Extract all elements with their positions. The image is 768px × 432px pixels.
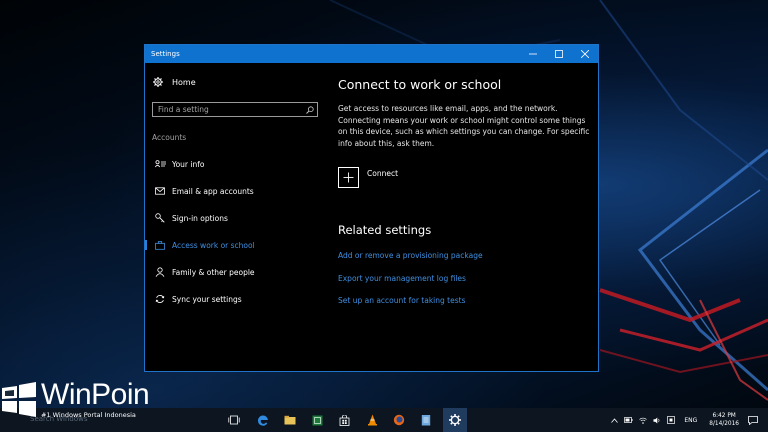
envelope-icon bbox=[153, 187, 167, 195]
watermark-tagline: #1 Windows Portal Indonesia bbox=[41, 411, 136, 419]
link-provisioning-package[interactable]: Add or remove a provisioning package bbox=[338, 251, 483, 260]
plus-icon bbox=[338, 167, 359, 188]
maximize-button[interactable] bbox=[546, 45, 572, 63]
person-icon bbox=[153, 267, 167, 277]
sync-icon bbox=[153, 294, 167, 304]
sidebar-item-email-app-accounts[interactable]: Email & app accounts bbox=[145, 182, 325, 200]
system-tray: ENG 6:42 PM 8/14/2016 bbox=[608, 408, 768, 432]
window-titlebar[interactable]: Settings bbox=[145, 45, 598, 63]
window-controls bbox=[520, 45, 598, 63]
sidebar-item-sign-in-options[interactable]: Sign-in options bbox=[145, 209, 325, 227]
search-icon[interactable] bbox=[303, 105, 317, 114]
connect-label: Connect bbox=[367, 169, 399, 178]
settings-sidebar: Home Accounts Your info Email & app acco… bbox=[145, 63, 325, 371]
minimize-icon bbox=[529, 53, 537, 55]
settings-content: Connect to work or school Get access to … bbox=[338, 63, 590, 371]
close-icon bbox=[581, 50, 589, 58]
clock-date: 8/14/2016 bbox=[709, 421, 739, 427]
key-icon bbox=[153, 213, 167, 223]
page-title: Connect to work or school bbox=[338, 77, 502, 92]
task-view-button[interactable] bbox=[222, 408, 246, 432]
battery-status[interactable] bbox=[624, 417, 633, 423]
close-button[interactable] bbox=[572, 45, 598, 63]
briefcase-icon bbox=[153, 240, 167, 250]
taskbar-green-app[interactable] bbox=[305, 408, 329, 432]
network-status[interactable] bbox=[639, 417, 648, 424]
edge-browser-icon bbox=[257, 415, 268, 426]
firefox-icon bbox=[393, 414, 405, 426]
winpoin-logo-icon bbox=[2, 382, 36, 417]
sidebar-item-label: Email & app accounts bbox=[172, 186, 254, 196]
winpoin-watermark: WinPoin #1 Windows Portal Indonesia bbox=[0, 378, 150, 424]
chevron-up-icon bbox=[611, 417, 619, 423]
taskbar-edge[interactable] bbox=[251, 408, 275, 432]
sidebar-item-family-other-people[interactable]: Family & other people bbox=[145, 263, 325, 281]
watermark-text: WinPoin #1 Windows Portal Indonesia bbox=[41, 378, 150, 420]
home-nav-item[interactable]: Home bbox=[153, 77, 196, 87]
search-input[interactable] bbox=[153, 103, 303, 116]
task-view-icon bbox=[228, 415, 240, 425]
sidebar-item-label: Your info bbox=[172, 159, 205, 169]
sidebar-item-label: Family & other people bbox=[172, 267, 255, 277]
settings-window: Settings Home Find a setting Accounts Yo… bbox=[144, 44, 599, 372]
notepad-icon bbox=[421, 415, 431, 426]
wifi-icon bbox=[639, 417, 648, 424]
selection-indicator bbox=[145, 240, 147, 250]
sidebar-item-label: Access work or school bbox=[172, 240, 255, 250]
window-title: Settings bbox=[151, 50, 180, 58]
connect-button[interactable]: Connect bbox=[338, 167, 398, 188]
clock-time: 6:42 PM bbox=[712, 413, 736, 419]
taskbar-clock[interactable]: 6:42 PM 8/14/2016 bbox=[709, 412, 739, 428]
link-taking-tests-account[interactable]: Set up an account for taking tests bbox=[338, 296, 465, 305]
user-card-icon bbox=[153, 160, 167, 168]
notification-icon bbox=[748, 415, 758, 425]
speaker-icon bbox=[653, 417, 660, 423]
taskbar-notepad[interactable] bbox=[414, 408, 438, 432]
show-hidden-icons-button[interactable] bbox=[611, 417, 619, 423]
taskbar-store[interactable] bbox=[332, 408, 356, 432]
tray-app-icon bbox=[667, 416, 676, 424]
taskbar-file-explorer[interactable] bbox=[278, 408, 302, 432]
sidebar-item-access-work-or-school[interactable]: Access work or school bbox=[145, 236, 325, 254]
taskbar-settings[interactable] bbox=[443, 408, 467, 432]
green-app-icon bbox=[312, 415, 322, 425]
page-description: Get access to resources like email, apps… bbox=[338, 104, 590, 148]
settings-search-box[interactable] bbox=[152, 102, 318, 117]
gear-icon bbox=[153, 77, 163, 87]
taskbar-firefox[interactable] bbox=[387, 408, 411, 432]
action-center-button[interactable] bbox=[748, 415, 758, 425]
section-label-accounts: Accounts bbox=[152, 133, 187, 142]
input-language-indicator[interactable]: ENG bbox=[684, 417, 697, 424]
related-settings-heading: Related settings bbox=[338, 223, 432, 237]
folder-icon bbox=[284, 415, 296, 425]
gear-icon bbox=[449, 414, 461, 426]
maximize-icon bbox=[555, 50, 563, 58]
link-export-log-files[interactable]: Export your management log files bbox=[338, 274, 466, 283]
store-bag-icon bbox=[339, 414, 349, 426]
sidebar-item-label: Sync your settings bbox=[172, 294, 242, 304]
taskbar-vlc[interactable] bbox=[360, 408, 384, 432]
tray-app-status[interactable] bbox=[667, 416, 676, 424]
battery-icon bbox=[624, 417, 633, 423]
vlc-cone-icon bbox=[367, 414, 377, 426]
sidebar-item-your-info[interactable]: Your info bbox=[145, 155, 325, 173]
home-label: Home bbox=[172, 77, 196, 87]
minimize-button[interactable] bbox=[520, 45, 546, 63]
watermark-name: WinPoin bbox=[41, 378, 150, 411]
sidebar-item-label: Sign-in options bbox=[172, 213, 228, 223]
sidebar-item-sync-your-settings[interactable]: Sync your settings bbox=[145, 290, 325, 308]
volume-control[interactable] bbox=[653, 417, 661, 424]
